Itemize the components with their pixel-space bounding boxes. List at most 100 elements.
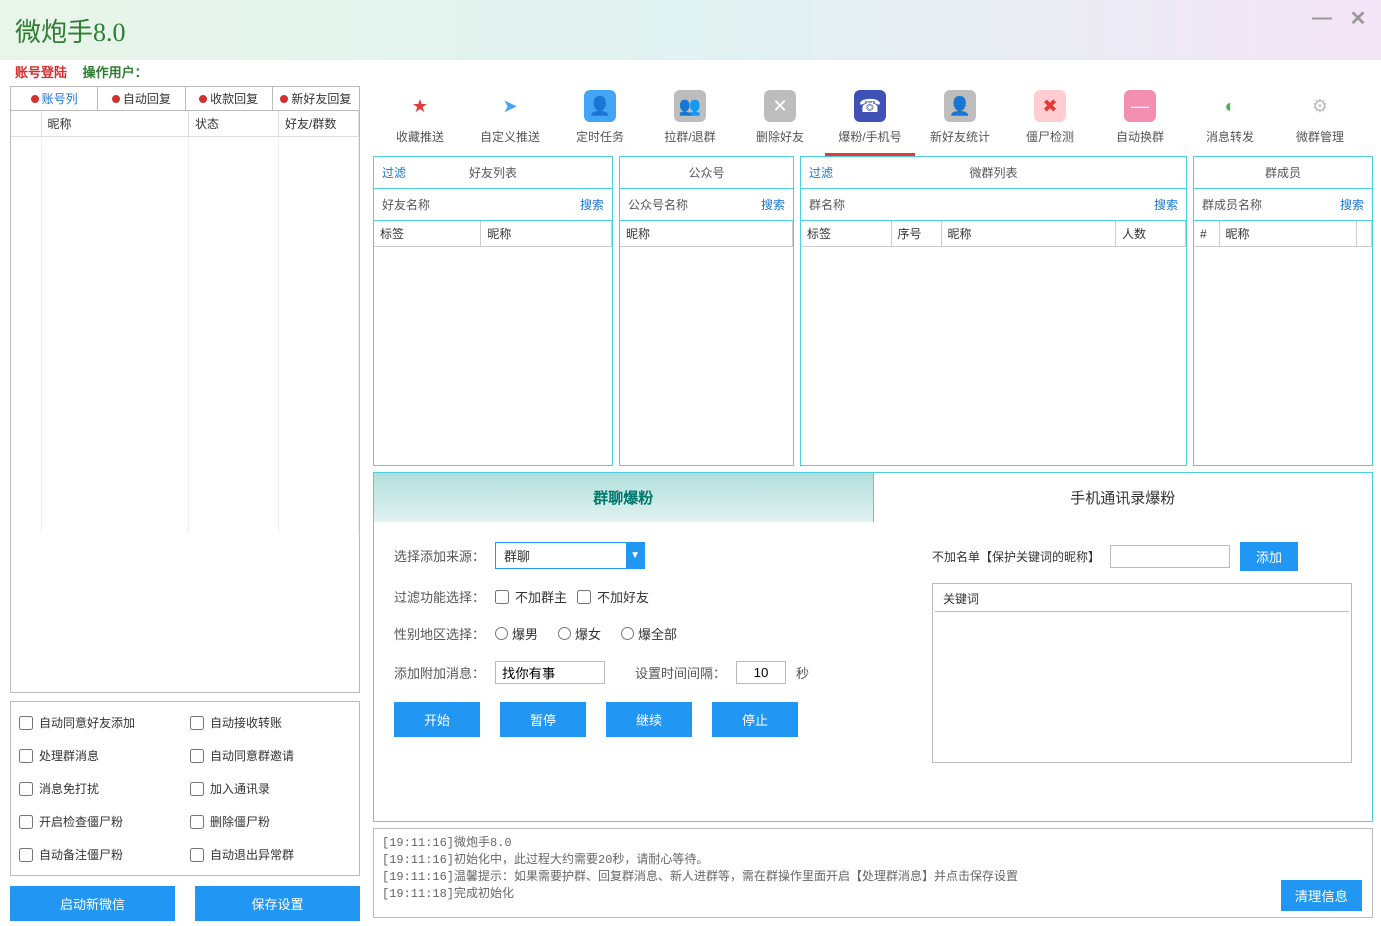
filter-link[interactable]: 过滤 [809, 164, 833, 181]
msg-label: 添加附加消息： [394, 663, 485, 682]
table-row [11, 245, 359, 263]
tool-icon: 👥 [674, 90, 706, 122]
search-button[interactable]: 搜索 [761, 196, 785, 213]
search-button[interactable]: 搜索 [580, 196, 604, 213]
table-row [11, 389, 359, 407]
app-title: 微炮手8.0 [15, 12, 126, 49]
search-label: 好友名称 [382, 196, 580, 213]
msg-input[interactable] [495, 661, 605, 684]
tool-icon: ✖ [1034, 90, 1066, 122]
table-row [11, 353, 359, 371]
setting-checkbox-4[interactable]: 消息免打扰 [19, 780, 180, 797]
setting-checkbox-1[interactable]: 自动接收转账 [190, 714, 351, 731]
col-tag: 标签 [374, 221, 481, 247]
tool-icon: ➤ [494, 90, 526, 122]
continue-button[interactable]: 继续 [606, 702, 692, 737]
setting-checkbox-2[interactable]: 处理群消息 [19, 747, 180, 764]
search-label: 群名称 [809, 196, 1154, 213]
setting-checkbox-0[interactable]: 自动同意好友添加 [19, 714, 180, 731]
table-row [11, 209, 359, 227]
minimize-button[interactable]: — [1314, 10, 1330, 26]
blacklist-input[interactable] [1110, 545, 1230, 568]
blacklist-label: 不加名单【保护关键词的昵称】 [932, 548, 1100, 565]
tab-payment-reply[interactable]: 收款回复 [186, 87, 273, 110]
setting-checkbox-9[interactable]: 自动退出异常群 [190, 846, 351, 863]
setting-checkbox-3[interactable]: 自动同意群邀请 [190, 747, 351, 764]
gender-female-radio[interactable]: 爆女 [558, 624, 601, 643]
col-nick: 昵称 [481, 221, 612, 247]
toolbar-item-8[interactable]: — 自动换群 [1095, 86, 1185, 156]
gender-all-radio[interactable]: 爆全部 [621, 624, 677, 643]
friends-panel: 过滤好友列表 好友名称搜索 标签 昵称 [373, 156, 613, 466]
tool-label: 自定义推送 [465, 128, 555, 145]
table-row [11, 155, 359, 173]
close-button[interactable]: ✕ [1350, 10, 1366, 26]
tool-label: 自动换群 [1095, 128, 1185, 145]
start-button[interactable]: 开始 [394, 702, 480, 737]
toolbar-item-9[interactable]: ◐消息转发 [1185, 86, 1275, 156]
no-friend-checkbox[interactable]: 不加好友 [577, 587, 649, 606]
tool-icon: — [1124, 90, 1156, 122]
tool-icon: ✕ [764, 90, 796, 122]
tab-auto-reply[interactable]: 自动回复 [98, 87, 185, 110]
save-settings-button[interactable]: 保存设置 [195, 886, 360, 921]
tool-label: 收藏推送 [375, 128, 465, 145]
filter-link[interactable]: 过滤 [382, 164, 406, 181]
account-tabs: 账号列 自动回复 收款回复 新好友回复 [10, 86, 360, 111]
panel-title: 微群列表 [969, 164, 1017, 181]
toolbar-item-3[interactable]: 👥拉群/退群 [645, 86, 735, 156]
col-seq: 序号 [891, 221, 941, 247]
clear-log-button[interactable]: 清理信息 [1281, 880, 1362, 911]
blacklist-table: 关键词 [932, 583, 1352, 763]
login-row: 账号登陆 操作用户： [0, 60, 1381, 81]
table-row [11, 227, 359, 245]
table-row [11, 461, 359, 479]
setting-checkbox-5[interactable]: 加入通讯录 [190, 780, 351, 797]
gender-male-radio[interactable]: 爆男 [495, 624, 538, 643]
tool-label: 消息转发 [1185, 128, 1275, 145]
source-select[interactable]: 群聊 ▼ [495, 542, 645, 569]
login-label[interactable]: 账号登陆 [15, 65, 67, 80]
setting-checkbox-8[interactable]: 自动备注僵尸粉 [19, 846, 180, 863]
toolbar-item-0[interactable]: ★收藏推送 [375, 86, 465, 156]
toolbar-item-5[interactable]: ☎爆粉/手机号 [825, 86, 915, 156]
tool-label: 删除好友 [735, 128, 825, 145]
no-owner-checkbox[interactable]: 不加群主 [495, 587, 567, 606]
log-line: [19:11:16]温馨提示：如果需要护群、回复群消息、新人进群等，需在群操作里… [382, 867, 1364, 884]
interval-input[interactable] [736, 661, 786, 684]
table-row [11, 497, 359, 515]
stop-button[interactable]: 停止 [712, 702, 798, 737]
start-wechat-button[interactable]: 启动新微信 [10, 886, 175, 921]
toolbar-item-1[interactable]: ➤ 自定义推送 [465, 86, 555, 156]
search-label: 群成员名称 [1202, 196, 1340, 213]
search-button[interactable]: 搜索 [1154, 196, 1178, 213]
toolbar-item-7[interactable]: ✖僵尸检测 [1005, 86, 1095, 156]
col-num: # [1194, 221, 1219, 247]
tab-accounts[interactable]: 账号列 [11, 87, 98, 110]
toolbar-item-2[interactable]: 👤定时任务 [555, 86, 645, 156]
groups-panel: 过滤微群列表 群名称搜索 标签 序号 昵称 人数 [800, 156, 1187, 466]
members-panel: 群成员 群成员名称搜索 # 昵称 [1193, 156, 1373, 466]
col-nickname: 昵称 [41, 111, 189, 137]
tool-label: 新好友统计 [915, 128, 1005, 145]
toolbar-item-6[interactable]: 👤新好友统计 [915, 86, 1005, 156]
tool-icon: ⚙ [1304, 90, 1336, 122]
tab-newfriend-reply[interactable]: 新好友回复 [273, 87, 359, 110]
table-row [11, 371, 359, 389]
setting-checkbox-7[interactable]: 删除僵尸粉 [190, 813, 351, 830]
blacklist-add-button[interactable]: 添加 [1240, 542, 1298, 571]
table-row [11, 137, 359, 155]
col-nick: 昵称 [620, 221, 793, 247]
search-button[interactable]: 搜索 [1340, 196, 1364, 213]
chevron-down-icon: ▼ [626, 543, 644, 568]
table-row [11, 443, 359, 461]
col-keyword: 关键词 [935, 586, 1349, 612]
tab-contacts-blast[interactable]: 手机通讯录爆粉 [874, 473, 1373, 522]
user-label: 操作用户： [83, 65, 148, 80]
setting-checkbox-6[interactable]: 开启检查僵尸粉 [19, 813, 180, 830]
pause-button[interactable]: 暂停 [500, 702, 586, 737]
toolbar-item-10[interactable]: ⚙微群管理 [1275, 86, 1365, 156]
account-table: 昵称 状态 好友/群数 [10, 111, 360, 693]
tab-group-blast[interactable]: 群聊爆粉 [374, 473, 874, 522]
toolbar-item-4[interactable]: ✕ 删除好友 [735, 86, 825, 156]
